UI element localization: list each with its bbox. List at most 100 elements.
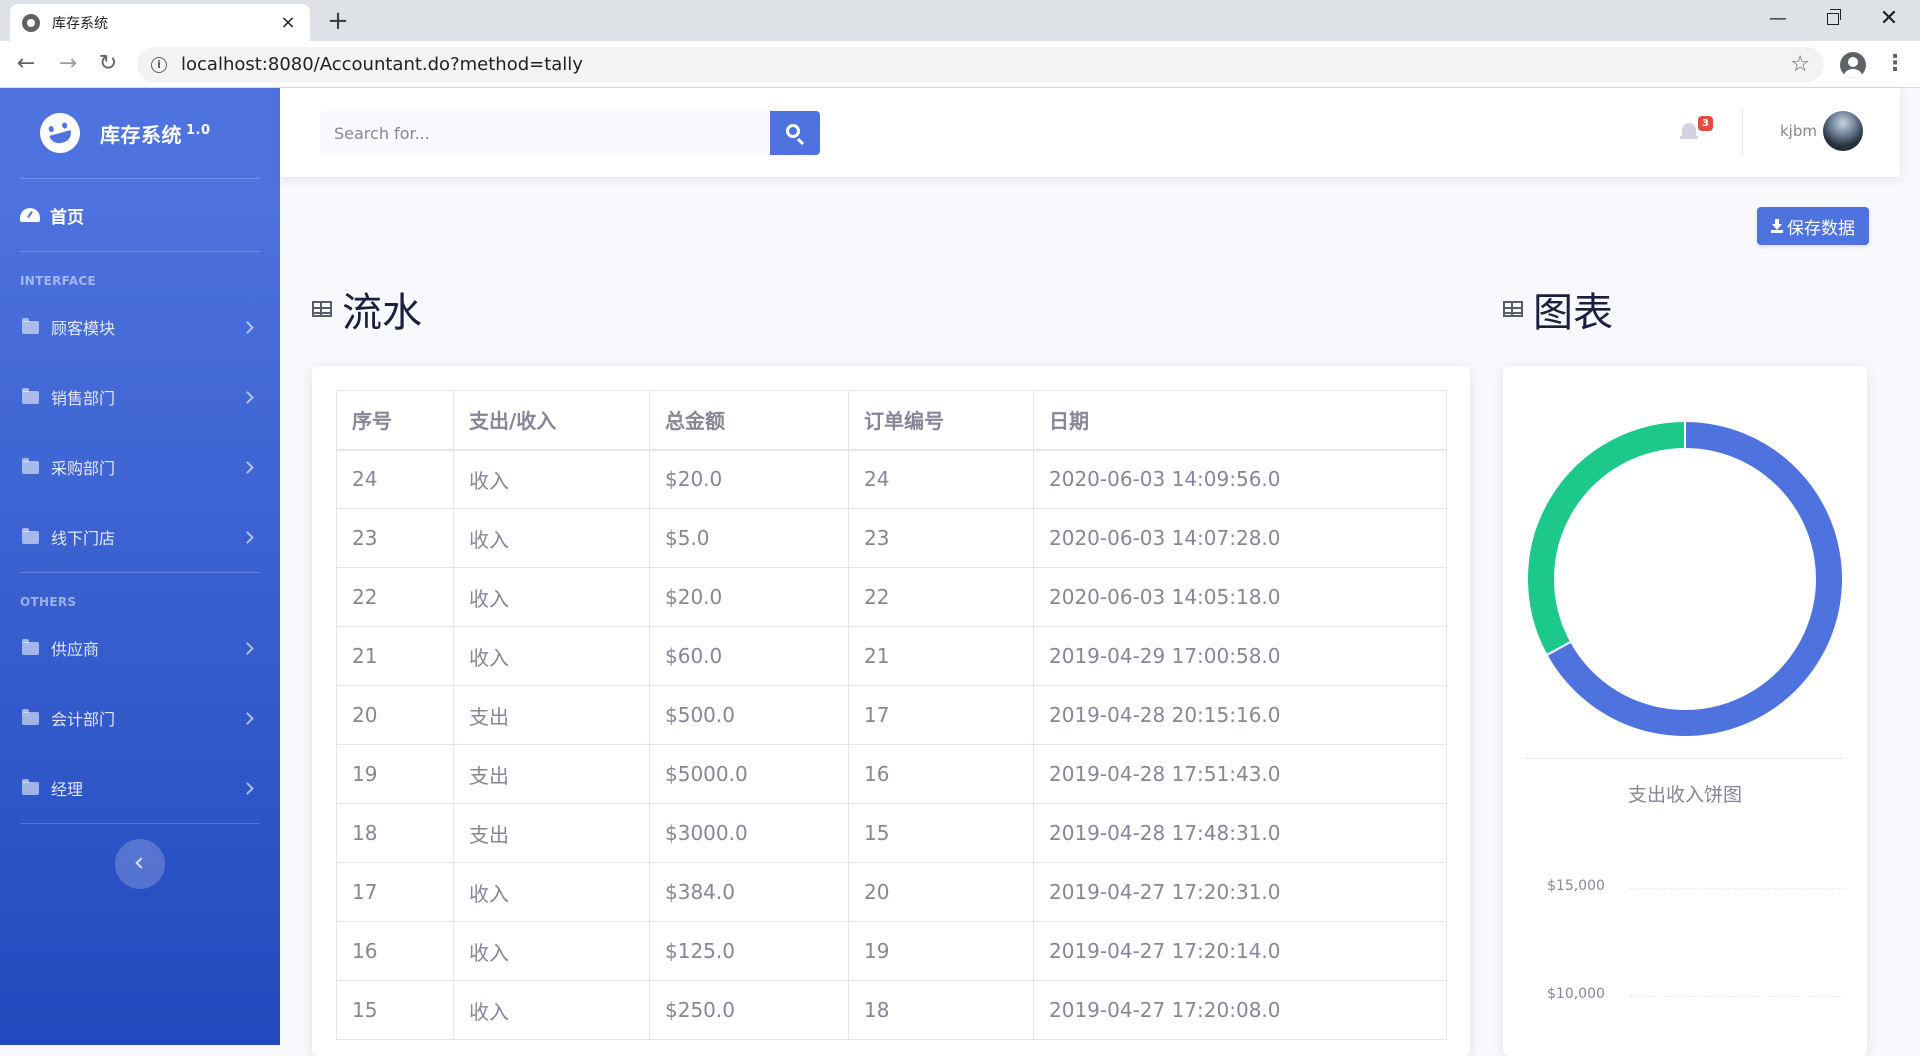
column-header-order[interactable]: 订单编号 <box>848 390 1034 451</box>
table-row[interactable]: 23 收入 $5.0 23 2020-06-03 14:07:28.0 <box>336 508 1447 568</box>
account-icon[interactable] <box>1840 52 1866 78</box>
cell-order: 22 <box>848 567 1034 627</box>
column-header-date[interactable]: 日期 <box>1033 390 1447 451</box>
chart-heading: 图表 <box>1503 280 1613 338</box>
browser-toolbar: ← → ↻ i localhost:8080/Accountant.do?met… <box>0 41 1920 88</box>
cell-date: 2020-06-03 14:05:18.0 <box>1033 567 1447 627</box>
gridline <box>1629 996 1845 997</box>
sidebar-divider <box>20 823 260 824</box>
cell-order: 15 <box>848 803 1034 863</box>
table-icon <box>1503 301 1523 317</box>
sidebar-heading-interface: INTERFACE <box>20 274 96 288</box>
table-row[interactable]: 20 支出 $500.0 17 2019-04-28 20:15:16.0 <box>336 685 1447 745</box>
maximize-button[interactable] <box>1810 2 1856 38</box>
cell-date: 2019-04-27 17:20:14.0 <box>1033 921 1447 981</box>
chevron-right-icon <box>241 460 254 474</box>
info-icon[interactable]: i <box>151 56 167 73</box>
cell-order: 24 <box>848 449 1034 509</box>
bookmark-star-icon[interactable]: ☆ <box>1790 52 1810 77</box>
brand-name: 库存系统 1.0 <box>100 122 211 147</box>
table-row[interactable]: 21 收入 $60.0 21 2019-04-29 17:00:58.0 <box>336 626 1447 686</box>
sidebar-item-stores[interactable]: 线下门店 <box>0 502 280 572</box>
tab-close-icon[interactable]: × <box>278 12 298 33</box>
folder-icon <box>22 457 39 474</box>
flow-heading: 流水 <box>312 280 422 338</box>
cell-type: 支出 <box>453 744 650 804</box>
new-tab-button[interactable]: + <box>322 6 354 38</box>
cell-date: 2020-06-03 14:07:28.0 <box>1033 508 1447 568</box>
cell-amount: $20.0 <box>649 567 849 627</box>
table-row[interactable]: 24 收入 $20.0 24 2020-06-03 14:09:56.0 <box>336 449 1447 509</box>
table-row[interactable]: 15 收入 $250.0 18 2019-04-27 17:20:08.0 <box>336 980 1447 1040</box>
search-icon <box>786 124 800 138</box>
column-header-id[interactable]: 序号 <box>336 390 454 451</box>
chevron-right-icon <box>241 641 254 655</box>
cell-date: 2019-04-27 17:20:08.0 <box>1033 980 1447 1040</box>
folder-icon <box>22 387 39 404</box>
sidebar-item-customers[interactable]: 顾客模块 <box>0 292 280 362</box>
cell-type: 收入 <box>453 508 650 568</box>
chart-caption: 支出收入饼图 <box>1627 784 1742 806</box>
sidebar-item-home[interactable]: 首页 <box>0 179 280 251</box>
sidebar-item-purchasing[interactable]: 采购部门 <box>0 432 280 502</box>
column-header-amount[interactable]: 总金额 <box>649 390 849 451</box>
cell-id: 18 <box>336 803 454 863</box>
close-window-button[interactable]: ✕ <box>1866 2 1912 38</box>
pie-slice-1[interactable] <box>1526 419 1686 657</box>
column-header-type[interactable]: 支出/收入 <box>453 390 650 451</box>
chart-title: 图表 <box>1533 290 1613 336</box>
minimize-button[interactable]: — <box>1755 2 1801 38</box>
cell-amount: $384.0 <box>649 862 849 922</box>
chevron-right-icon <box>241 320 254 334</box>
table-row[interactable]: 22 收入 $20.0 22 2020-06-03 14:05:18.0 <box>336 567 1447 627</box>
save-data-button[interactable]: 保存数据 <box>1757 207 1869 245</box>
notification-badge: 3 <box>1698 116 1713 131</box>
avatar[interactable] <box>1823 111 1863 151</box>
search-button[interactable] <box>770 111 820 155</box>
folder-icon <box>22 638 39 655</box>
sidebar-item-label: 采购部门 <box>51 459 116 478</box>
brand-link[interactable]: 库存系统 1.0 <box>0 88 280 178</box>
cell-id: 22 <box>336 567 454 627</box>
table-header-row: 序号 支出/收入 总金额 订单编号 日期 <box>336 390 1447 451</box>
search-input[interactable] <box>320 111 770 155</box>
back-button[interactable]: ← <box>10 49 42 81</box>
flow-table: 序号 支出/收入 总金额 订单编号 日期 24 收入 $20.0 24 2020-06-… <box>336 390 1447 1040</box>
url-text[interactable]: localhost:8080/Accountant.do?method=tall… <box>181 54 1790 75</box>
cell-amount: $60.0 <box>649 626 849 686</box>
table-row[interactable]: 16 收入 $125.0 19 2019-04-27 17:20:14.0 <box>336 921 1447 981</box>
folder-icon <box>22 317 39 334</box>
address-bar[interactable]: i localhost:8080/Accountant.do?method=ta… <box>137 47 1824 82</box>
chart-card: 支出收入饼图 $15,000 $10,000 <box>1503 366 1867 1056</box>
sidebar-item-manager[interactable]: 经理 <box>0 753 280 823</box>
cell-id: 16 <box>336 921 454 981</box>
sidebar-toggle-button[interactable] <box>115 839 165 889</box>
cell-id: 17 <box>336 862 454 922</box>
folder-icon <box>22 708 39 725</box>
user-name[interactable]: kjbm <box>1780 122 1817 140</box>
sidebar-item-accounting[interactable]: 会计部门 <box>0 683 280 753</box>
bell-icon[interactable] <box>1680 122 1698 140</box>
cell-order: 21 <box>848 626 1034 686</box>
sidebar-item-label: 首页 <box>50 207 84 228</box>
sidebar-item-suppliers[interactable]: 供应商 <box>0 613 280 683</box>
sidebar-item-sales[interactable]: 销售部门 <box>0 362 280 432</box>
table-row[interactable]: 18 支出 $3000.0 15 2019-04-28 17:48:31.0 <box>336 803 1447 863</box>
cell-id: 19 <box>336 744 454 804</box>
sidebar: 库存系统 1.0 首页 INTERFACE 顾客模块 销售部门 采购部门 线下门店… <box>0 88 280 1045</box>
table-row[interactable]: 19 支出 $5000.0 16 2019-04-28 17:51:43.0 <box>336 744 1447 804</box>
reload-button[interactable]: ↻ <box>92 49 124 81</box>
browser-menu-icon[interactable]: ⋮ <box>1884 49 1906 81</box>
forward-button[interactable]: → <box>52 49 84 81</box>
table-row[interactable]: 17 收入 $384.0 20 2019-04-27 17:20:31.0 <box>336 862 1447 922</box>
cell-type: 支出 <box>453 685 650 745</box>
chevron-right-icon <box>241 390 254 404</box>
chevron-right-icon <box>241 530 254 544</box>
chevron-right-icon <box>241 781 254 795</box>
cell-type: 收入 <box>453 626 650 686</box>
folder-icon <box>22 527 39 544</box>
browser-tab[interactable]: 库存系统 × <box>10 4 310 41</box>
topbar-divider <box>1742 108 1743 156</box>
save-data-label: 保存数据 <box>1787 218 1855 239</box>
chart-divider <box>1525 758 1843 759</box>
